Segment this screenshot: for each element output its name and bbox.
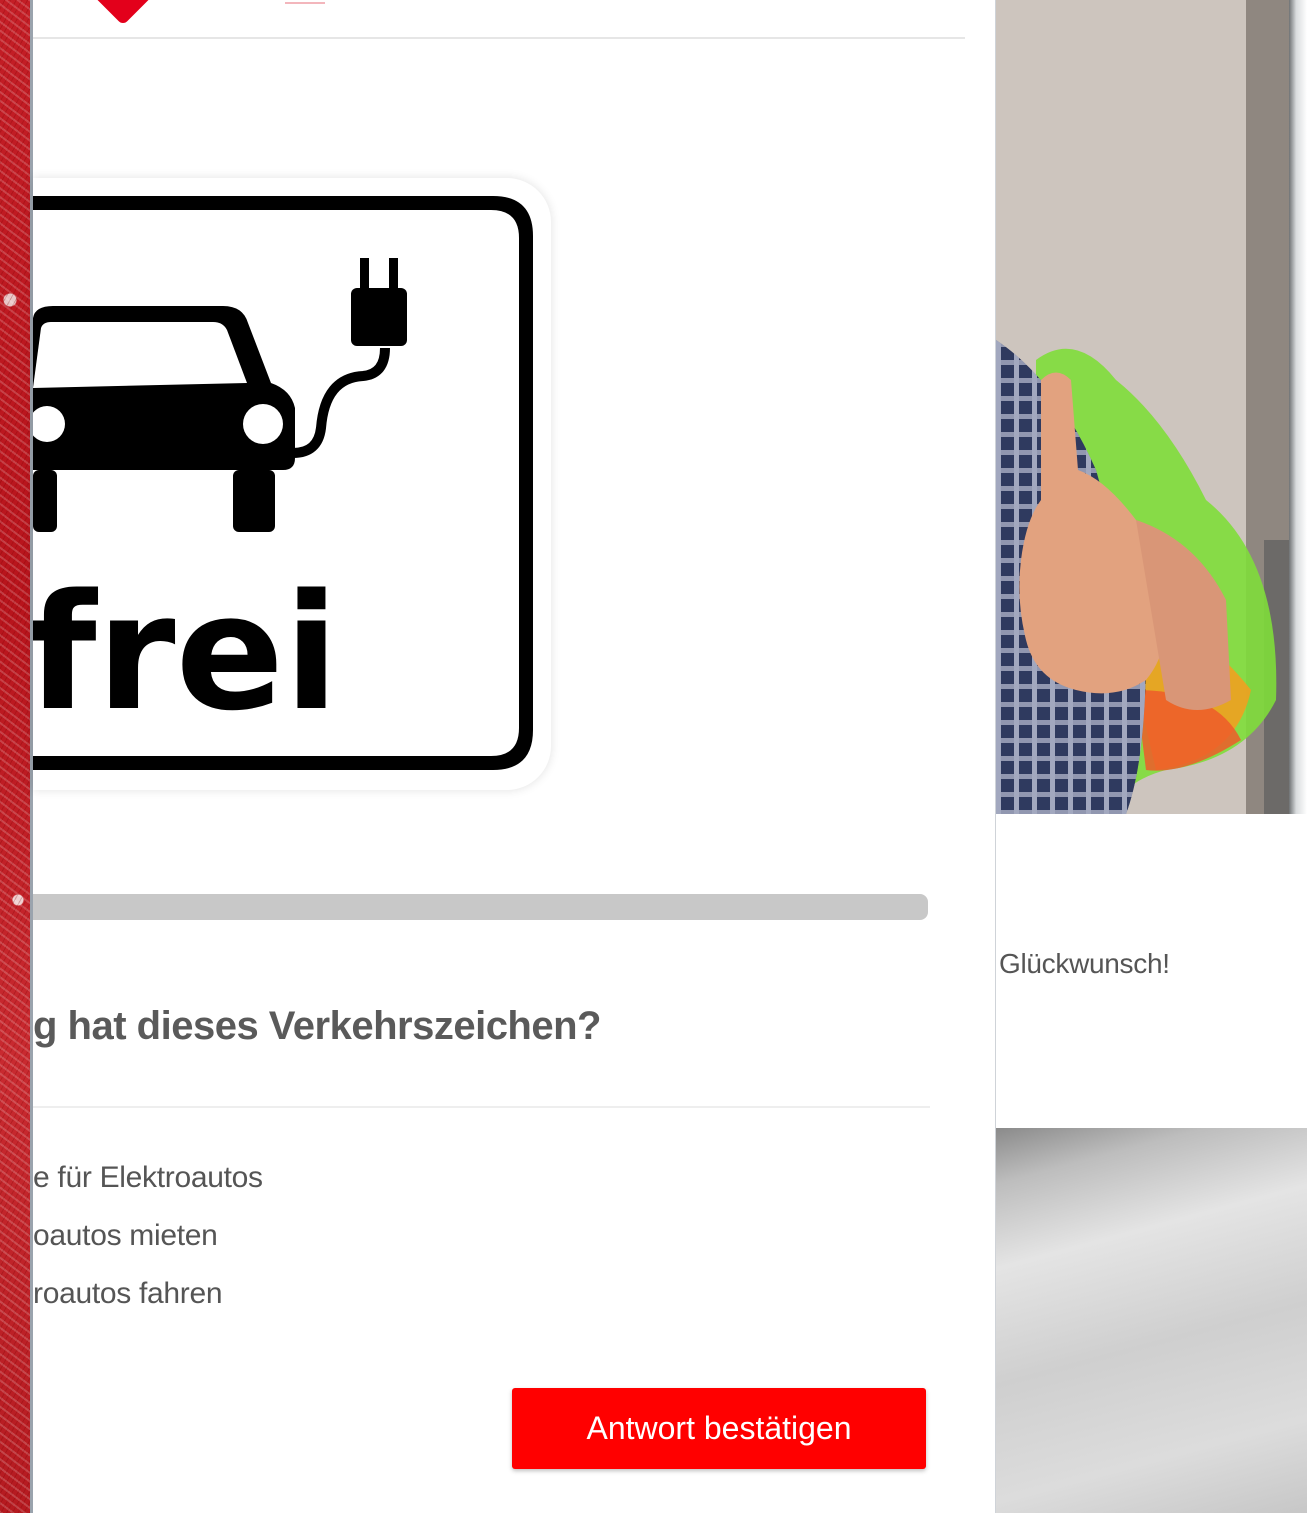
thumbs-up-photo <box>996 0 1289 814</box>
logo-mark <box>285 0 325 4</box>
answer-option-2[interactable]: oautos mieten <box>33 1219 218 1253</box>
sign-text: frei <box>33 559 339 746</box>
header-divider <box>33 37 965 39</box>
answer-option-3[interactable]: roautos fahren <box>33 1277 223 1311</box>
photo-edge <box>1289 0 1307 814</box>
confirm-answer-button[interactable]: Antwort bestätigen <box>512 1388 926 1469</box>
question-text: g hat dieses Verkehrszeichen? <box>33 1004 601 1048</box>
blurred-photo <box>996 1128 1307 1513</box>
left-decorative-strip <box>0 0 30 1513</box>
answer-option-1[interactable]: e für Elektroautos <box>33 1161 263 1195</box>
congrats-text: Glückwunsch! <box>999 948 1170 979</box>
progress-bar <box>33 894 928 920</box>
electric-car-plug-icon: frei <box>33 196 533 770</box>
thumbs-up-illustration <box>996 0 1289 814</box>
question-divider <box>33 1106 930 1108</box>
